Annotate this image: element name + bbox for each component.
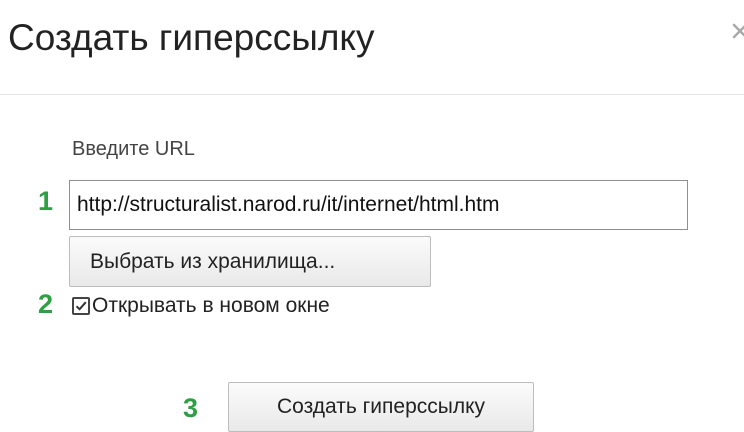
dialog-title: Создать гиперссылку	[8, 17, 375, 58]
url-input[interactable]	[69, 180, 688, 230]
create-hyperlink-dialog: Создать гиперссылку Введите URL 1 Выбрат…	[0, 0, 744, 432]
open-new-window-checkbox[interactable]: Открывать в новом окне	[72, 292, 330, 320]
choose-from-storage-button[interactable]: Выбрать из хранилища...	[69, 236, 431, 287]
step-1-marker: 1	[38, 186, 54, 216]
step-2-marker: 2	[38, 289, 54, 319]
open-new-window-label: Открывать в новом окне	[92, 294, 330, 317]
close-icon[interactable]	[728, 16, 744, 46]
dialog-header: Создать гиперссылку	[0, 0, 744, 95]
url-label: Введите URL	[72, 138, 195, 160]
step-3-marker: 3	[183, 393, 199, 423]
create-hyperlink-button[interactable]: Создать гиперссылку	[228, 382, 534, 432]
checkbox-checked-icon[interactable]	[72, 297, 90, 315]
